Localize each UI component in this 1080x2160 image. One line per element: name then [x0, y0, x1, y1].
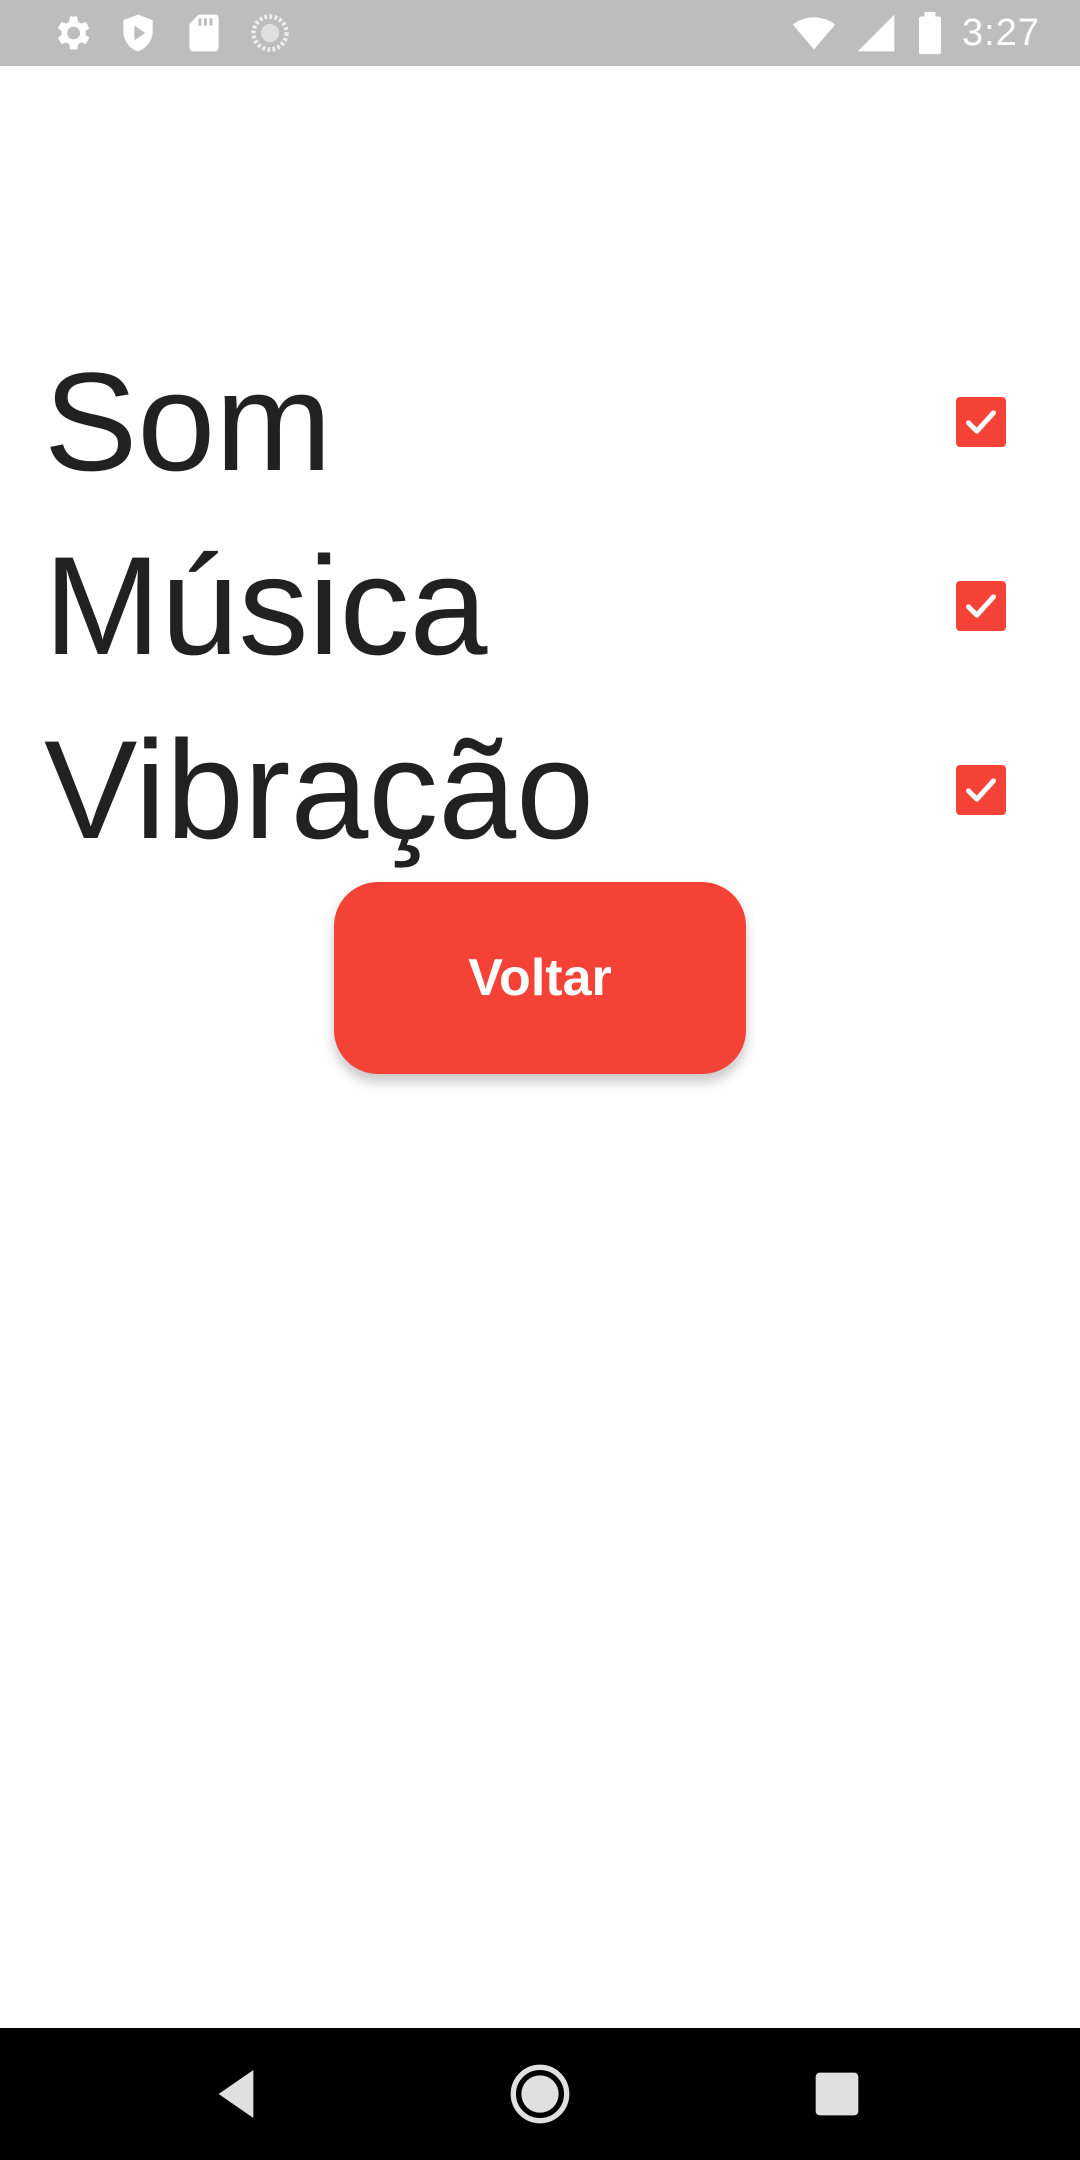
back-nav-icon[interactable]	[208, 2062, 272, 2126]
setting-row-som: Som	[0, 330, 1080, 514]
setting-row-vibracao: Vibração	[0, 698, 1080, 882]
navigation-bar	[0, 2028, 1080, 2160]
status-left-icons	[50, 12, 292, 54]
home-nav-icon[interactable]	[508, 2062, 572, 2126]
settings-screen: 3:27 Som Música Vibração Voltar	[0, 0, 1080, 2160]
wifi-icon	[792, 11, 836, 55]
gear-icon	[50, 11, 94, 55]
setting-label-musica: Música	[44, 527, 488, 684]
shield-play-icon	[116, 11, 160, 55]
sd-card-icon	[182, 11, 226, 55]
status-bar: 3:27	[0, 0, 1080, 66]
cell-signal-icon	[854, 11, 898, 55]
recents-nav-icon[interactable]	[805, 2062, 869, 2126]
back-button[interactable]: Voltar	[334, 882, 746, 1074]
checkbox-som[interactable]	[956, 397, 1006, 447]
loading-circle-icon	[248, 11, 292, 55]
checkbox-musica[interactable]	[956, 581, 1006, 631]
battery-icon	[916, 11, 944, 55]
checkbox-vibracao[interactable]	[956, 765, 1006, 815]
status-time: 3:27	[962, 11, 1040, 54]
status-right-icons: 3:27	[792, 8, 1040, 58]
check-icon	[966, 778, 996, 802]
setting-label-vibracao: Vibração	[44, 711, 595, 868]
setting-label-som: Som	[44, 343, 332, 500]
check-icon	[966, 594, 996, 618]
check-icon	[966, 410, 996, 434]
setting-row-musica: Música	[0, 514, 1080, 698]
